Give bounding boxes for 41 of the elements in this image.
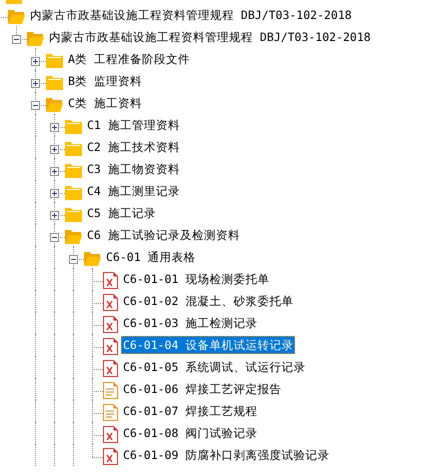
pdf-file-icon bbox=[103, 448, 118, 465]
tree-item[interactable]: C6-01-09 防腐补口剥离强度试验记录 bbox=[121, 446, 332, 464]
tree-item[interactable]: C6-01-07 焊接工艺规程 bbox=[121, 402, 260, 420]
pdf-file-icon bbox=[103, 338, 118, 355]
tree-item[interactable]: C6-01-08 阀门试验记录 bbox=[121, 424, 260, 442]
expand-toggle[interactable] bbox=[50, 211, 59, 220]
tree-item[interactable]: C6-01-02 混凝土、砂浆委托单 bbox=[121, 292, 296, 310]
tree-item[interactable]: C4 施工测里记录 bbox=[85, 182, 182, 200]
tree-item[interactable]: C6-01-05 系统调试、试运行记录 bbox=[121, 358, 308, 376]
tree-item[interactable]: 内蒙古市政基础设施工程资料管理规程 DBJ/T03-102-2018 bbox=[47, 28, 373, 46]
tree-item[interactable]: C5 施工记录 bbox=[85, 204, 158, 222]
document-icon bbox=[103, 404, 118, 421]
expand-toggle[interactable] bbox=[50, 189, 59, 198]
expand-toggle[interactable] bbox=[50, 167, 59, 176]
tree-item[interactable]: C6-01-01 现场检测委托单 bbox=[121, 270, 272, 288]
tree-item[interactable]: 内蒙古市政基础设施工程资料管理规程 DBJ/T03-102-2018 bbox=[28, 6, 354, 24]
tree-item[interactable]: C6-01-04 设备单机试运转记录 bbox=[121, 336, 296, 354]
expand-toggle[interactable] bbox=[50, 145, 59, 154]
expand-toggle[interactable] bbox=[50, 233, 59, 242]
expand-toggle[interactable] bbox=[50, 123, 59, 132]
tree-item[interactable]: C2 施工技术资料 bbox=[85, 138, 182, 156]
pdf-file-icon bbox=[103, 360, 118, 377]
tree-item[interactable]: C类 施工资料 bbox=[66, 94, 144, 112]
expand-toggle[interactable] bbox=[69, 255, 78, 264]
expand-toggle[interactable] bbox=[31, 57, 40, 66]
expand-toggle[interactable] bbox=[31, 79, 40, 88]
pdf-file-icon bbox=[103, 294, 118, 311]
pdf-file-icon bbox=[103, 316, 118, 333]
expand-toggle[interactable] bbox=[12, 35, 21, 44]
tree-item[interactable]: C6-01-03 施工检测记录 bbox=[121, 314, 260, 332]
pdf-file-icon bbox=[103, 272, 118, 289]
tree-item[interactable]: B类 监理资料 bbox=[66, 72, 144, 90]
tree-item[interactable]: C6 施工试验记录及检测资料 bbox=[85, 226, 242, 244]
pdf-file-icon bbox=[103, 426, 118, 443]
tree-item[interactable]: A类 工程准备阶段文件 bbox=[66, 50, 192, 68]
expand-toggle[interactable] bbox=[31, 101, 40, 110]
tree-item[interactable]: C6-01 通用表格 bbox=[104, 248, 198, 266]
document-icon bbox=[103, 382, 118, 399]
tree-item[interactable]: C6-01-06 焊接工艺评定报告 bbox=[121, 380, 284, 398]
tree-item[interactable]: C1 施工管理资料 bbox=[85, 116, 182, 134]
tree-item[interactable]: C3 施工物资资料 bbox=[85, 160, 182, 178]
